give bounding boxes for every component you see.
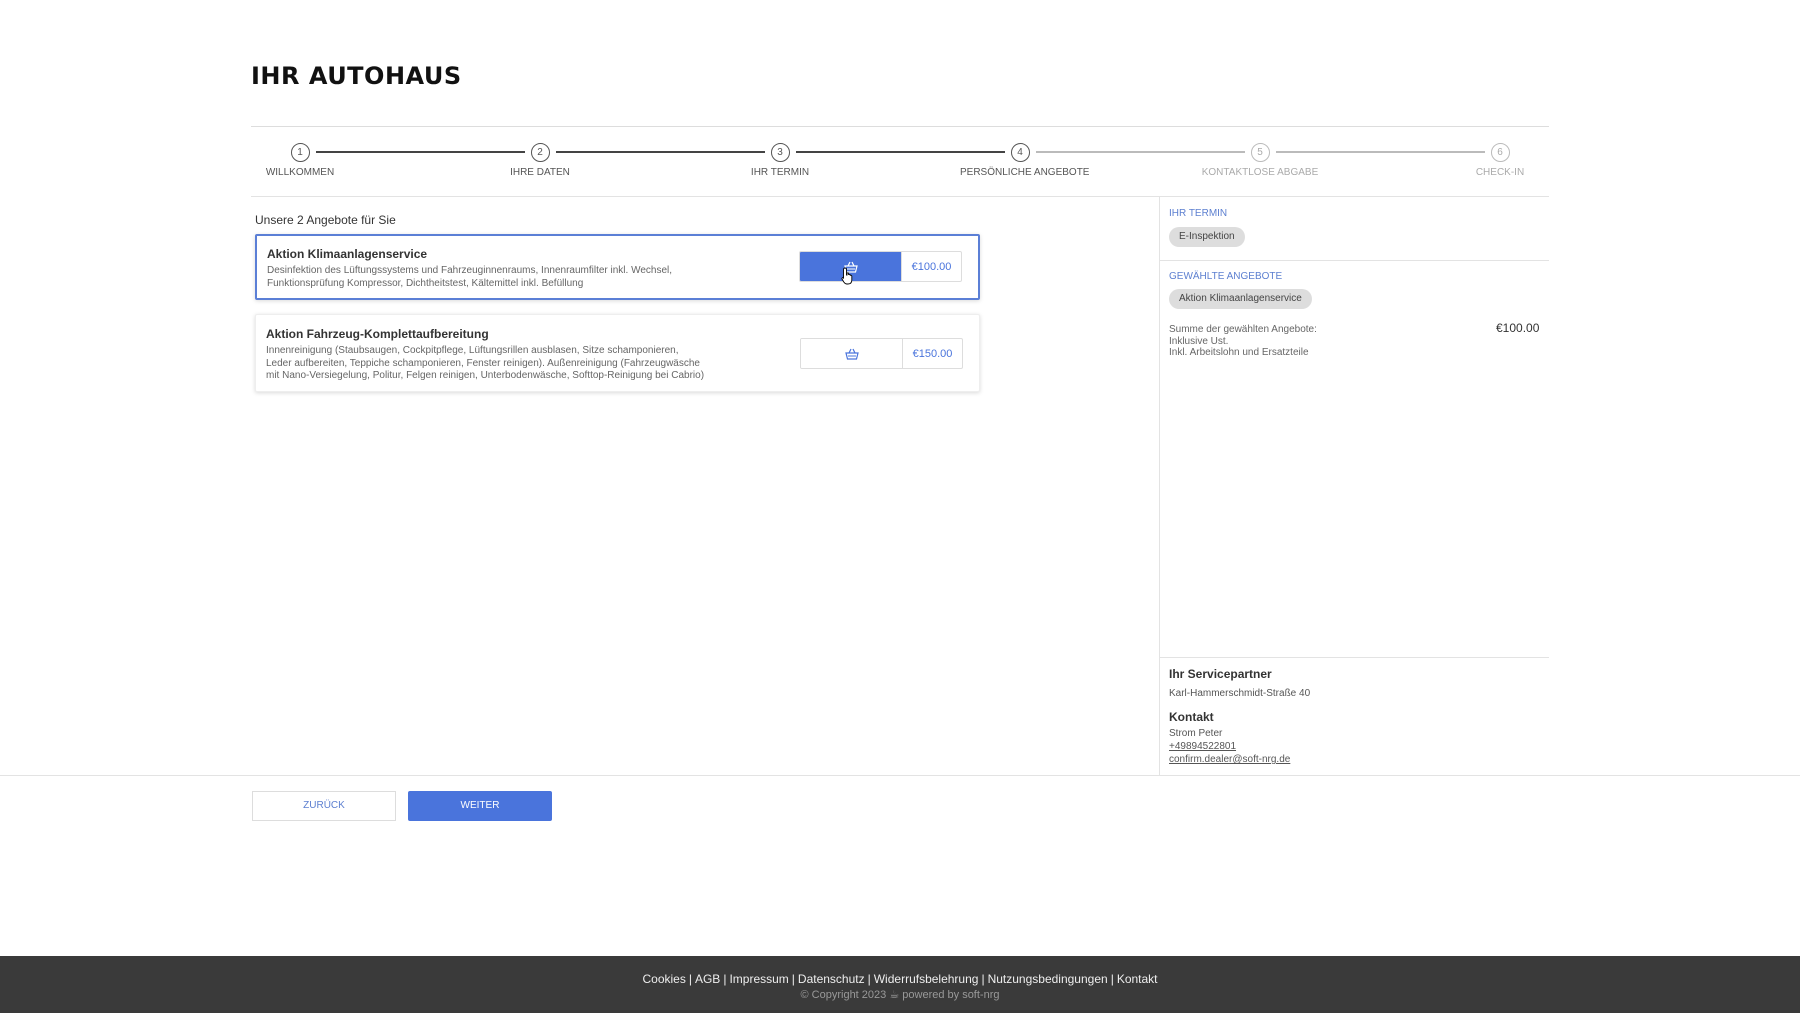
footer-separator: | — [723, 972, 727, 986]
step-number: 3 — [770, 143, 790, 162]
contact-email-link[interactable]: confirm.dealer@soft-nrg.de — [1169, 754, 1290, 765]
footer-separator: | — [867, 972, 871, 986]
sum-info: Summe der gewählten Angebote: Inklusive … — [1169, 324, 1317, 359]
selected-offer-chip: Aktion Klimaanlagenservice — [1169, 289, 1312, 309]
footer-link-agb[interactable]: AGB — [695, 972, 720, 986]
step-willkommen[interactable]: 1 WILLKOMMEN — [240, 143, 360, 178]
step-number: 5 — [1250, 143, 1270, 162]
contact-name: Strom Peter — [1169, 728, 1223, 739]
sum-label: Summe der gewählten Angebote: — [1169, 324, 1317, 335]
step-number: 4 — [1010, 143, 1030, 162]
step-label: KONTAKTLOSE ABGABE — [1201, 167, 1319, 178]
step-ihre-daten[interactable]: 2 IHRE DATEN — [480, 143, 600, 178]
offer-card-klimaanlagenservice[interactable]: Aktion Klimaanlagenservice Desinfektion … — [255, 234, 980, 300]
offer-price: €150.00 — [902, 339, 962, 368]
offer-title: Aktion Klimaanlagenservice — [267, 247, 428, 261]
footer-link-nutzungsbedingungen[interactable]: Nutzungsbedingungen — [988, 972, 1108, 986]
step-check-in: 6 CHECK-IN — [1440, 143, 1560, 178]
offer-select-group: €150.00 — [800, 338, 963, 369]
add-to-cart-button[interactable] — [801, 339, 902, 368]
footer-link-datenschutz[interactable]: Datenschutz — [798, 972, 865, 986]
offer-description-line: Funktionsprüfung Kompressor, Dichtheitst… — [267, 277, 584, 289]
step-number: 2 — [530, 143, 550, 162]
step-kontaktlose-abgabe: 5 KONTAKTLOSE ABGABE — [1200, 143, 1320, 178]
step-label: PERSÖNLICHE ANGEBOTE — [960, 167, 1090, 178]
back-button[interactable]: ZURÜCK — [252, 791, 396, 821]
footer: Cookies | AGB | Impressum | Datenschutz | Widerr… — [0, 956, 1800, 1013]
step-label: IHR TERMIN — [750, 167, 810, 178]
step-persoenliche-angebote[interactable]: 4 PERSÖNLICHE ANGEBOTE — [960, 143, 1090, 178]
brand-logo-text: IHR AUTOHAUS — [251, 62, 462, 90]
offers-heading: Unsere 2 Angebote für Sie — [255, 213, 396, 227]
service-partner-address: Karl-Hammerschmidt-Straße 40 — [1169, 688, 1311, 699]
coffee-icon: ☕ — [889, 989, 900, 1001]
step-number: 1 — [290, 143, 310, 162]
powered-by-text: powered by soft-nrg — [902, 989, 1000, 1001]
sum-note: Inkl. Arbeitslohn und Ersatzteile — [1169, 347, 1309, 358]
offer-description-line: Desinfektion des Lüftungssystems und Fah… — [267, 265, 673, 276]
footer-link-kontakt[interactable]: Kontakt — [1117, 972, 1158, 986]
footer-separator: | — [791, 972, 795, 986]
offer-description-line: mit Nano-Versiegelung, Politur, Felgen r… — [266, 370, 705, 381]
service-partner-title: Ihr Servicepartner — [1169, 667, 1272, 681]
footer-separator: | — [981, 972, 985, 986]
step-label: IHRE DATEN — [510, 167, 570, 178]
sum-amount: €100.00 — [1496, 321, 1540, 335]
footer-link-impressum[interactable]: Impressum — [729, 972, 788, 986]
mouse-pointer-icon — [841, 267, 853, 285]
step-number: 6 — [1490, 143, 1510, 162]
footer-copyright: © Copyright 2023 ☕ powered by soft-nrg — [0, 988, 1800, 1001]
basket-icon — [844, 348, 859, 360]
offer-description-line: Innenreinigung (Staubsaugen, Cockpitpfle… — [266, 345, 679, 356]
offer-description: Innenreinigung (Staubsaugen, Cockpitpfle… — [266, 345, 726, 383]
sum-note: Inklusive Ust. — [1169, 335, 1229, 347]
footer-links: Cookies | AGB | Impressum | Datenschutz | Widerr… — [0, 972, 1800, 986]
appointment-chip: E-Inspektion — [1169, 227, 1245, 247]
footer-link-widerrufsbelehrung[interactable]: Widerrufsbelehrung — [874, 972, 979, 986]
offer-price: €100.00 — [901, 252, 961, 281]
step-ihr-termin[interactable]: 3 IHR TERMIN — [720, 143, 840, 178]
footer-separator: | — [688, 972, 692, 986]
sidebar-divider — [1159, 197, 1160, 775]
step-label: CHECK-IN — [1475, 167, 1525, 178]
step-label: WILLKOMMEN — [265, 167, 335, 178]
offer-description: Desinfektion des Lüftungssystems und Fah… — [267, 265, 707, 290]
next-button[interactable]: WEITER — [408, 791, 552, 821]
divider — [1160, 657, 1549, 658]
footer-link-cookies[interactable]: Cookies — [642, 972, 685, 986]
progress-stepper: 1 WILLKOMMEN 2 IHRE DATEN 3 IHR TERMIN 4… — [251, 143, 1549, 179]
divider — [0, 775, 1800, 776]
offer-card-komplettaufbereitung[interactable]: Aktion Fahrzeug-Komplettaufbereitung Inn… — [255, 314, 980, 392]
divider — [251, 196, 1549, 197]
contact-title: Kontakt — [1169, 710, 1214, 724]
offer-description-line: Leder aufbereiten, Teppiche schamponiere… — [266, 357, 700, 369]
contact-phone-link[interactable]: +49894522801 — [1169, 741, 1236, 752]
appointment-label: IHR TERMIN — [1169, 208, 1228, 219]
copyright-text: © Copyright 2023 — [800, 989, 887, 1001]
divider — [1160, 260, 1549, 261]
offer-select-group: €100.00 — [799, 251, 962, 282]
footer-separator: | — [1110, 972, 1114, 986]
offer-title: Aktion Fahrzeug-Komplettaufbereitung — [266, 327, 489, 341]
divider — [251, 126, 1549, 127]
selected-offers-label: GEWÄHLTE ANGEBOTE — [1169, 271, 1283, 282]
